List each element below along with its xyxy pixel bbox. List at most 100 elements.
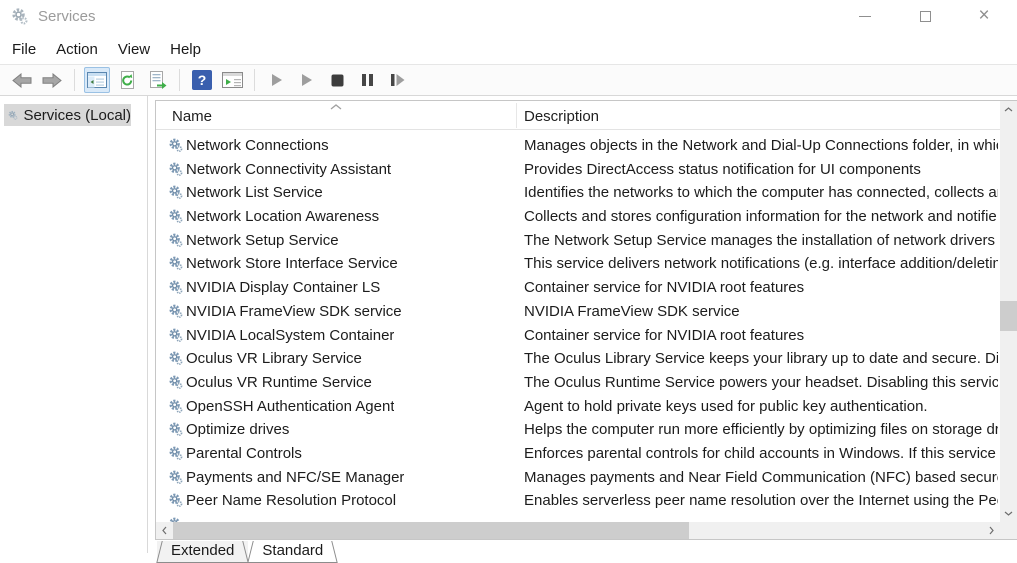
- toolbar-separator: [74, 69, 75, 91]
- table-row[interactable]: Network Store Interface Service This ser…: [156, 252, 1000, 276]
- console-tree-pane: Services (Local): [0, 96, 148, 553]
- start-service-icon: [271, 73, 283, 87]
- service-gear-icon: [167, 374, 184, 391]
- service-gear-icon: [167, 398, 184, 415]
- menu-help[interactable]: Help: [160, 38, 211, 61]
- menu-action[interactable]: Action: [46, 38, 108, 61]
- service-description: Provides DirectAccess status notificatio…: [524, 161, 998, 178]
- show-console-tree-icon: [87, 72, 107, 88]
- service-description: Identifies the networks to which the com…: [524, 184, 998, 201]
- minimize-button[interactable]: [843, 0, 887, 32]
- table-row[interactable]: NVIDIA LocalSystem Container Container s…: [156, 324, 1000, 348]
- service-gear-icon: [167, 184, 184, 201]
- table-row[interactable]: Network Setup Service The Network Setup …: [156, 229, 1000, 253]
- service-name: Oculus VR Library Service: [186, 350, 362, 367]
- maximize-button[interactable]: [903, 0, 947, 32]
- scrollbar-corner: [1000, 522, 1017, 539]
- sidebar-item-label: Services (Local): [23, 107, 131, 124]
- export-list-button[interactable]: [144, 67, 170, 93]
- services-app-icon: [10, 7, 29, 26]
- table-row[interactable]: Network Connectivity Assistant Provides …: [156, 158, 1000, 182]
- vertical-scrollbar[interactable]: [1000, 101, 1017, 522]
- horizontal-scrollbar[interactable]: [156, 522, 1000, 539]
- resume-service-button[interactable]: [294, 67, 320, 93]
- forward-button[interactable]: [39, 67, 65, 93]
- services-gear-icon: [7, 107, 18, 124]
- scroll-up-button[interactable]: [1000, 101, 1017, 118]
- minimize-icon: [859, 16, 871, 17]
- pause-service-icon: [361, 73, 374, 87]
- pause-service-button[interactable]: [354, 67, 380, 93]
- table-row[interactable]: NVIDIA FrameView SDK service NVIDIA Fram…: [156, 300, 1000, 324]
- close-button[interactable]: ×: [962, 0, 1006, 32]
- export-list-icon: [148, 71, 167, 90]
- service-description: Manages objects in the Network and Dial-…: [524, 137, 998, 154]
- service-gear-icon: [167, 445, 184, 462]
- service-name: Optimize drives: [186, 421, 289, 438]
- horizontal-scroll-thumb[interactable]: [173, 522, 689, 539]
- window-title: Services: [38, 8, 96, 25]
- service-gear-icon: [167, 279, 184, 296]
- table-row[interactable]: Network Connections Manages objects in t…: [156, 134, 1000, 158]
- show-action-pane-button[interactable]: [219, 67, 245, 93]
- column-header-description[interactable]: Description: [524, 108, 599, 125]
- table-row[interactable]: Oculus VR Runtime Service The Oculus Run…: [156, 371, 1000, 395]
- service-description: Enables serverless peer name resolution …: [524, 492, 998, 509]
- service-gear-icon: [167, 492, 184, 509]
- forward-icon: [42, 73, 62, 88]
- help-button[interactable]: ?: [189, 67, 215, 93]
- back-button[interactable]: [9, 67, 35, 93]
- service-name: NVIDIA LocalSystem Container: [186, 327, 394, 344]
- service-list-panel: Name Description Network Connections Man…: [155, 100, 1017, 540]
- table-row[interactable]: Network List Service Identifies the netw…: [156, 181, 1000, 205]
- toolbar: ?: [0, 64, 1017, 96]
- refresh-button[interactable]: [114, 67, 140, 93]
- help-icon: ?: [192, 70, 212, 90]
- table-row[interactable]: Oculus VR Library Service The Oculus Lib…: [156, 347, 1000, 371]
- show-console-tree-button[interactable]: [84, 67, 110, 93]
- sidebar-item-services-local[interactable]: Services (Local): [4, 104, 131, 126]
- scroll-down-button[interactable]: [1000, 505, 1017, 522]
- service-rows: Network Connections Manages objects in t…: [156, 130, 1000, 522]
- toolbar-separator: [254, 69, 255, 91]
- table-row[interactable]: NVIDIA Display Container LS Container se…: [156, 276, 1000, 300]
- table-row[interactable]: Peer Name Resolution Protocol Enables se…: [156, 489, 1000, 513]
- restart-service-button[interactable]: [384, 67, 410, 93]
- service-description: The Oculus Library Service keeps your li…: [524, 350, 998, 367]
- tab-extended[interactable]: Extended: [157, 541, 248, 563]
- start-service-button[interactable]: [264, 67, 290, 93]
- service-description: NVIDIA FrameView SDK service: [524, 303, 998, 320]
- maximize-icon: [920, 11, 931, 22]
- stop-service-icon: [331, 74, 344, 87]
- vertical-scroll-thumb[interactable]: [1000, 301, 1017, 331]
- title-bar: Services ×: [0, 0, 1017, 34]
- table-row[interactable]: Payments and NFC/SE Manager Manages paym…: [156, 466, 1000, 490]
- tab-standard[interactable]: Standard: [248, 541, 337, 563]
- service-name: NVIDIA FrameView SDK service: [186, 303, 402, 320]
- service-gear-icon: [167, 208, 184, 225]
- table-row[interactable]: Network Location Awareness Collects and …: [156, 205, 1000, 229]
- service-gear-icon: [167, 303, 184, 320]
- service-name: Network Store Interface Service: [186, 255, 398, 272]
- service-description: Collects and stores configuration inform…: [524, 208, 998, 225]
- service-description: The Network Setup Service manages the in…: [524, 232, 998, 249]
- menu-view[interactable]: View: [108, 38, 160, 61]
- chevron-down-icon: [1004, 511, 1013, 516]
- scroll-right-button[interactable]: [983, 522, 1000, 539]
- chevron-up-icon: [1004, 107, 1013, 112]
- stop-service-button[interactable]: [324, 67, 350, 93]
- back-icon: [12, 73, 32, 88]
- service-gear-icon: [167, 327, 184, 344]
- scroll-left-button[interactable]: [156, 522, 173, 539]
- service-name: Network Setup Service: [186, 232, 339, 249]
- service-name: Peer Name Resolution Protocol: [186, 492, 396, 509]
- column-divider[interactable]: [516, 103, 517, 128]
- table-row[interactable]: Parental Controls Enforces parental cont…: [156, 442, 1000, 466]
- service-name: Network Connections: [186, 137, 329, 154]
- service-description: The Oculus Runtime Service powers your h…: [524, 374, 998, 391]
- menu-file[interactable]: File: [2, 38, 46, 61]
- column-header-name[interactable]: Name: [172, 108, 212, 125]
- table-row[interactable]: Optimize drives Helps the computer run m…: [156, 418, 1000, 442]
- table-row-partial[interactable]: [156, 513, 1000, 522]
- table-row[interactable]: OpenSSH Authentication Agent Agent to ho…: [156, 395, 1000, 419]
